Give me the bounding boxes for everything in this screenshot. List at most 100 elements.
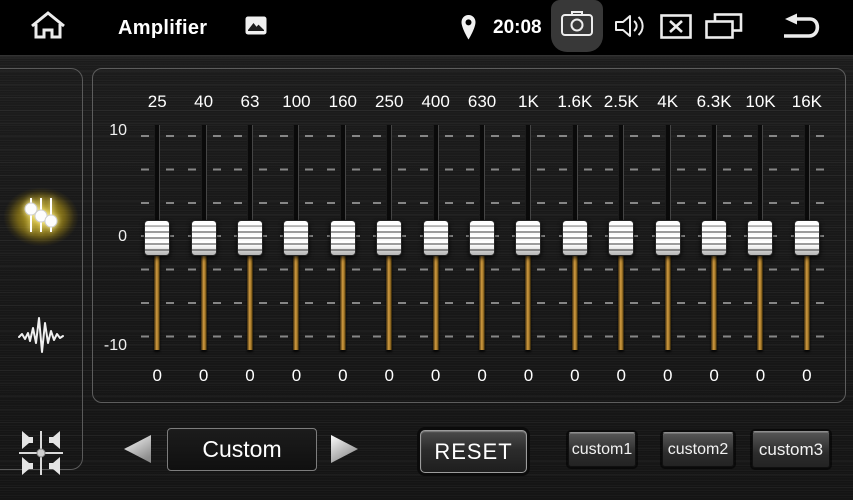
band-value-label: 0	[273, 366, 319, 386]
right-arrow-icon	[329, 451, 361, 468]
left-arrow-icon	[121, 451, 153, 468]
slider-knob[interactable]	[376, 220, 402, 256]
band-slider[interactable]	[459, 118, 505, 358]
band-frequency-label: 25	[134, 92, 180, 112]
next-preset-button[interactable]	[329, 434, 361, 464]
band-value-label: 0	[227, 366, 273, 386]
slider-knob[interactable]	[515, 220, 541, 256]
close-app-button[interactable]	[660, 16, 692, 41]
band-slider[interactable]	[737, 118, 783, 358]
band-slider[interactable]	[320, 118, 366, 358]
band-frequency-label: 6.3K	[691, 92, 737, 112]
recent-apps-button[interactable]	[705, 15, 743, 42]
band-frequency-label: 400	[412, 92, 458, 112]
band-value-label: 0	[552, 366, 598, 386]
band-frequency-label: 100	[273, 92, 319, 112]
band-frequency-label: 4K	[644, 92, 690, 112]
scale-label-min: -10	[90, 337, 127, 355]
slider-knob[interactable]	[562, 220, 588, 256]
band-value-label: 0	[180, 366, 226, 386]
eq-band: 1K 0	[505, 88, 551, 390]
custom3-button[interactable]: custom3	[752, 431, 830, 468]
band-value-label: 0	[691, 366, 737, 386]
slider-knob[interactable]	[794, 220, 820, 256]
slider-knob[interactable]	[191, 220, 217, 256]
sidebar-item-balance-fader[interactable]	[1, 419, 81, 491]
eq-band: 630 0	[459, 88, 505, 390]
band-slider[interactable]	[691, 118, 737, 358]
reset-button[interactable]: RESET	[420, 430, 527, 473]
band-slider[interactable]	[180, 118, 226, 358]
amplifier-screen: Amplifier 20:08	[0, 0, 853, 500]
slider-knob[interactable]	[283, 220, 309, 256]
close-window-icon	[660, 14, 692, 44]
band-slider[interactable]	[552, 118, 598, 358]
band-frequency-label: 160	[320, 92, 366, 112]
preset-display[interactable]: Custom	[167, 428, 317, 471]
slider-knob[interactable]	[655, 220, 681, 256]
scale-label-max: 10	[90, 122, 127, 140]
eq-band: 160 0	[320, 88, 366, 390]
band-value-label: 0	[366, 366, 412, 386]
band-value-label: 0	[598, 366, 644, 386]
band-value-label: 0	[134, 366, 180, 386]
eq-band: 40 0	[180, 88, 226, 390]
back-button[interactable]	[779, 14, 827, 43]
back-icon	[779, 12, 827, 46]
sidebar-nav	[0, 68, 83, 470]
page-title: Amplifier	[118, 16, 207, 40]
eq-band: 1.6K 0	[552, 88, 598, 390]
band-slider[interactable]	[505, 118, 551, 358]
image-icon	[245, 16, 267, 40]
preset-name: Custom	[202, 436, 281, 463]
eq-band: 25 0	[134, 88, 180, 390]
speaker-balance-icon	[17, 429, 65, 482]
band-frequency-label: 2.5K	[598, 92, 644, 112]
band-value-label: 0	[320, 366, 366, 386]
custom2-button[interactable]: custom2	[662, 432, 734, 467]
band-value-label: 0	[412, 366, 458, 386]
volume-button[interactable]	[612, 14, 648, 42]
sidebar-item-sound-effect[interactable]	[1, 300, 81, 372]
slider-knob[interactable]	[237, 220, 263, 256]
home-icon	[29, 10, 67, 45]
sidebar-item-equalizer[interactable]	[1, 181, 81, 253]
band-slider[interactable]	[227, 118, 273, 358]
band-value-label: 0	[459, 366, 505, 386]
camera-button[interactable]	[551, 0, 603, 52]
scale-label-mid: 0	[90, 228, 127, 246]
band-slider[interactable]	[644, 118, 690, 358]
slider-knob[interactable]	[608, 220, 634, 256]
custom1-button[interactable]: custom1	[568, 432, 636, 467]
band-slider[interactable]	[273, 118, 319, 358]
band-frequency-label: 250	[366, 92, 412, 112]
wallpaper-button[interactable]	[245, 18, 267, 37]
band-value-label: 0	[505, 366, 551, 386]
band-slider[interactable]	[412, 118, 458, 358]
clock: 20:08	[493, 17, 542, 39]
band-frequency-label: 10K	[737, 92, 783, 112]
band-slider[interactable]	[598, 118, 644, 358]
camera-icon	[560, 9, 594, 44]
band-value-label: 0	[737, 366, 783, 386]
band-slider[interactable]	[134, 118, 180, 358]
previous-preset-button[interactable]	[121, 434, 153, 464]
slider-knob[interactable]	[144, 220, 170, 256]
slider-knob[interactable]	[423, 220, 449, 256]
waveform-icon	[17, 310, 65, 363]
eq-band: 10K 0	[737, 88, 783, 390]
slider-knob[interactable]	[747, 220, 773, 256]
eq-band: 100 0	[273, 88, 319, 390]
band-slider[interactable]	[366, 118, 412, 358]
eq-band: 250 0	[366, 88, 412, 390]
home-button[interactable]	[28, 12, 68, 43]
eq-bands: 25 0 40 0 63	[134, 88, 830, 390]
band-slider[interactable]	[784, 118, 830, 358]
band-frequency-label: 1K	[505, 92, 551, 112]
slider-knob[interactable]	[469, 220, 495, 256]
eq-band: 16K 0	[784, 88, 830, 390]
eq-band: 4K 0	[644, 88, 690, 390]
top-status-bar: Amplifier 20:08	[0, 0, 853, 55]
slider-knob[interactable]	[701, 220, 727, 256]
slider-knob[interactable]	[330, 220, 356, 256]
